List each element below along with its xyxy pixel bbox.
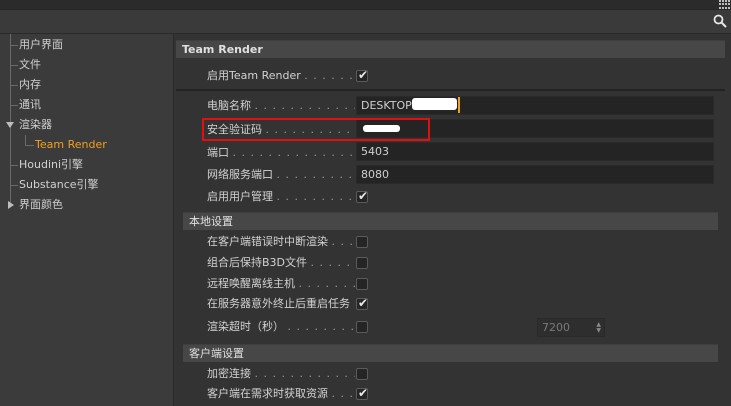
user-management-checkbox[interactable]: ✔ bbox=[356, 189, 369, 203]
encrypt-connection-checkbox[interactable] bbox=[356, 368, 368, 380]
sidebar-item-label: 内存 bbox=[19, 78, 41, 91]
sidebar-item-user-interface[interactable]: 用户界面 bbox=[0, 35, 174, 55]
label-dots: . . . . . . . . . . . . bbox=[287, 320, 356, 333]
label-text: 加密连接 bbox=[207, 367, 251, 380]
sidebar-item-label: 界面颜色 bbox=[19, 198, 63, 211]
enable-team-render-label: 启用Team Render . . . . . . . . . . bbox=[207, 68, 355, 84]
wake-offline-label: 远程唤醒离线主机 . . . . . . . . . . . bbox=[207, 276, 355, 292]
keep-b3d-label: 组合后保持B3D文件 . . . . . . . . . . bbox=[207, 255, 355, 271]
label-text: 组合后保持B3D文件 bbox=[207, 256, 308, 269]
sidebar-item-houdini-engine[interactable]: Houdini引擎 bbox=[0, 155, 174, 175]
sidebar-item-team-render[interactable]: Team Render bbox=[0, 135, 174, 155]
redaction-mark bbox=[412, 98, 457, 110]
label-dots: . . . . . . . . . . . . . . . . . . . . … bbox=[232, 146, 356, 159]
restart-on-crash-checkbox[interactable]: ✔ bbox=[356, 296, 369, 310]
port-field[interactable]: 5403 bbox=[356, 142, 714, 161]
checkmark-icon: ✔ bbox=[358, 68, 369, 82]
team-render-settings-panel: Team Render 启用Team Render . . . . . . . … bbox=[175, 34, 731, 406]
sidebar-item-files[interactable]: 文件 bbox=[0, 55, 174, 75]
tree-connector bbox=[10, 65, 18, 66]
computer-name-value: DESKTOP bbox=[361, 99, 412, 112]
page-title: Team Render bbox=[176, 40, 725, 58]
sidebar-item-label: 通讯 bbox=[19, 98, 41, 111]
fetch-assets-checkbox[interactable]: ✔ bbox=[356, 386, 369, 400]
label-text: 客户端在需求时获取资源 bbox=[207, 387, 328, 400]
label-dots: . . . . . . . . . . . . . . . bbox=[276, 190, 356, 203]
fetch-assets-label: 客户端在需求时获取资源 . . . . . . bbox=[207, 386, 355, 402]
tree-connector bbox=[10, 105, 18, 106]
enable-team-render-checkbox[interactable]: ✔ bbox=[356, 68, 369, 82]
label-text: 渲染超时（秒） bbox=[207, 320, 284, 333]
tree-connector bbox=[10, 85, 18, 86]
window-top-bar bbox=[0, 0, 731, 10]
tree-connector bbox=[10, 185, 18, 186]
sidebar-item-label: 渲染器 bbox=[19, 118, 52, 131]
sidebar-item-interface-colors[interactable]: 界面颜色 bbox=[0, 195, 174, 215]
sidebar-item-label: 用户界面 bbox=[19, 38, 63, 51]
checkmark-icon: ✔ bbox=[358, 189, 369, 203]
checkmark-icon: ✔ bbox=[358, 386, 369, 400]
sidebar-item-substance-engine[interactable]: Substance引擎 bbox=[0, 175, 174, 195]
expand-arrow-down-icon[interactable] bbox=[6, 122, 14, 129]
label-text: 网络服务端口 bbox=[207, 168, 273, 181]
label-dots: . . . . . . . . . . . . . . . . . bbox=[254, 99, 356, 112]
preferences-sidebar: 用户界面 文件 内存 通讯 渲染器 Team Render Houdini引擎 … bbox=[0, 34, 174, 406]
expand-arrow-right-icon[interactable] bbox=[8, 201, 14, 209]
local-settings-header[interactable]: 本地设置 bbox=[183, 212, 718, 230]
sidebar-item-label: Substance引擎 bbox=[19, 178, 99, 191]
stepper-arrows-icon[interactable]: ▲ ▼ bbox=[596, 322, 601, 334]
highlight-box bbox=[202, 118, 430, 141]
text-cursor bbox=[458, 97, 460, 113]
computer-name-label: 电脑名称 . . . . . . . . . . . . . . . . . bbox=[207, 98, 355, 114]
abort-on-client-error-label: 在客户端错误时中断渲染 . . . . . bbox=[207, 234, 355, 250]
label-text: 电脑名称 bbox=[207, 99, 251, 112]
label-dots: . . . . . . bbox=[331, 387, 356, 400]
web-port-field[interactable]: 8080 bbox=[356, 165, 714, 184]
sidebar-item-label: Team Render bbox=[35, 138, 107, 151]
render-timeout-value: 7200 bbox=[542, 321, 570, 334]
sidebar-item-memory[interactable]: 内存 bbox=[0, 75, 174, 95]
abort-on-client-error-checkbox[interactable] bbox=[356, 236, 368, 248]
layout-grid-icon[interactable] bbox=[719, 0, 730, 9]
checkmark-icon: ✔ bbox=[358, 296, 369, 310]
wake-offline-checkbox[interactable] bbox=[356, 278, 368, 290]
label-dots: . . . . . . . . . . . . . . . . . bbox=[254, 367, 356, 380]
sidebar-item-renderer[interactable]: 渲染器 bbox=[0, 115, 174, 135]
search-icon[interactable] bbox=[713, 14, 727, 28]
tree-connector bbox=[10, 45, 18, 46]
keep-b3d-checkbox[interactable] bbox=[356, 257, 368, 269]
render-timeout-stepper[interactable]: 7200 ▲ ▼ bbox=[537, 318, 605, 337]
search-bar bbox=[0, 10, 731, 34]
user-management-label: 启用用户管理 . . . . . . . . . . . . . . . bbox=[207, 189, 355, 205]
label-dots: . . . . . . . . . . bbox=[304, 69, 355, 82]
computer-name-field[interactable]: DESKTOP bbox=[356, 96, 714, 115]
render-timeout-label: 渲染超时（秒） . . . . . . . . . . . . bbox=[207, 319, 355, 335]
label-text: 启用Team Render bbox=[207, 69, 301, 82]
label-dots: . . . . . . . . . . bbox=[310, 256, 355, 269]
label-text: 在服务器意外终止后重启任务 bbox=[207, 297, 350, 310]
port-label: 端口 . . . . . . . . . . . . . . . . . . .… bbox=[207, 145, 355, 161]
render-timeout-checkbox[interactable] bbox=[356, 321, 368, 333]
label-text: 启用用户管理 bbox=[207, 190, 273, 203]
web-port-value: 8080 bbox=[361, 168, 389, 181]
sidebar-item-label: Houdini引擎 bbox=[19, 158, 84, 171]
encrypt-connection-label: 加密连接 . . . . . . . . . . . . . . . . . bbox=[207, 366, 355, 382]
web-port-label: 网络服务端口 . . . . . . . . . . . . . . bbox=[207, 167, 355, 183]
sidebar-item-label: 文件 bbox=[19, 58, 41, 71]
label-text: 在客户端错误时中断渲染 bbox=[207, 235, 328, 248]
divider bbox=[176, 89, 725, 91]
label-dots: . . . . . bbox=[331, 235, 356, 248]
client-settings-header[interactable]: 客户端设置 bbox=[183, 344, 718, 362]
label-text: 远程唤醒离线主机 bbox=[207, 277, 295, 290]
label-dots: . . . . . . . . . . . . . . bbox=[276, 168, 356, 181]
tree-connector bbox=[25, 145, 34, 146]
sidebar-item-communication[interactable]: 通讯 bbox=[0, 95, 174, 115]
tree-connector bbox=[10, 165, 18, 166]
label-dots: . . . . . . . . . . . bbox=[298, 277, 356, 290]
label-text: 端口 bbox=[207, 146, 229, 159]
port-value: 5403 bbox=[361, 145, 389, 158]
tree-connector bbox=[25, 135, 26, 145]
restart-on-crash-label: 在服务器意外终止后重启任务 bbox=[207, 296, 355, 312]
